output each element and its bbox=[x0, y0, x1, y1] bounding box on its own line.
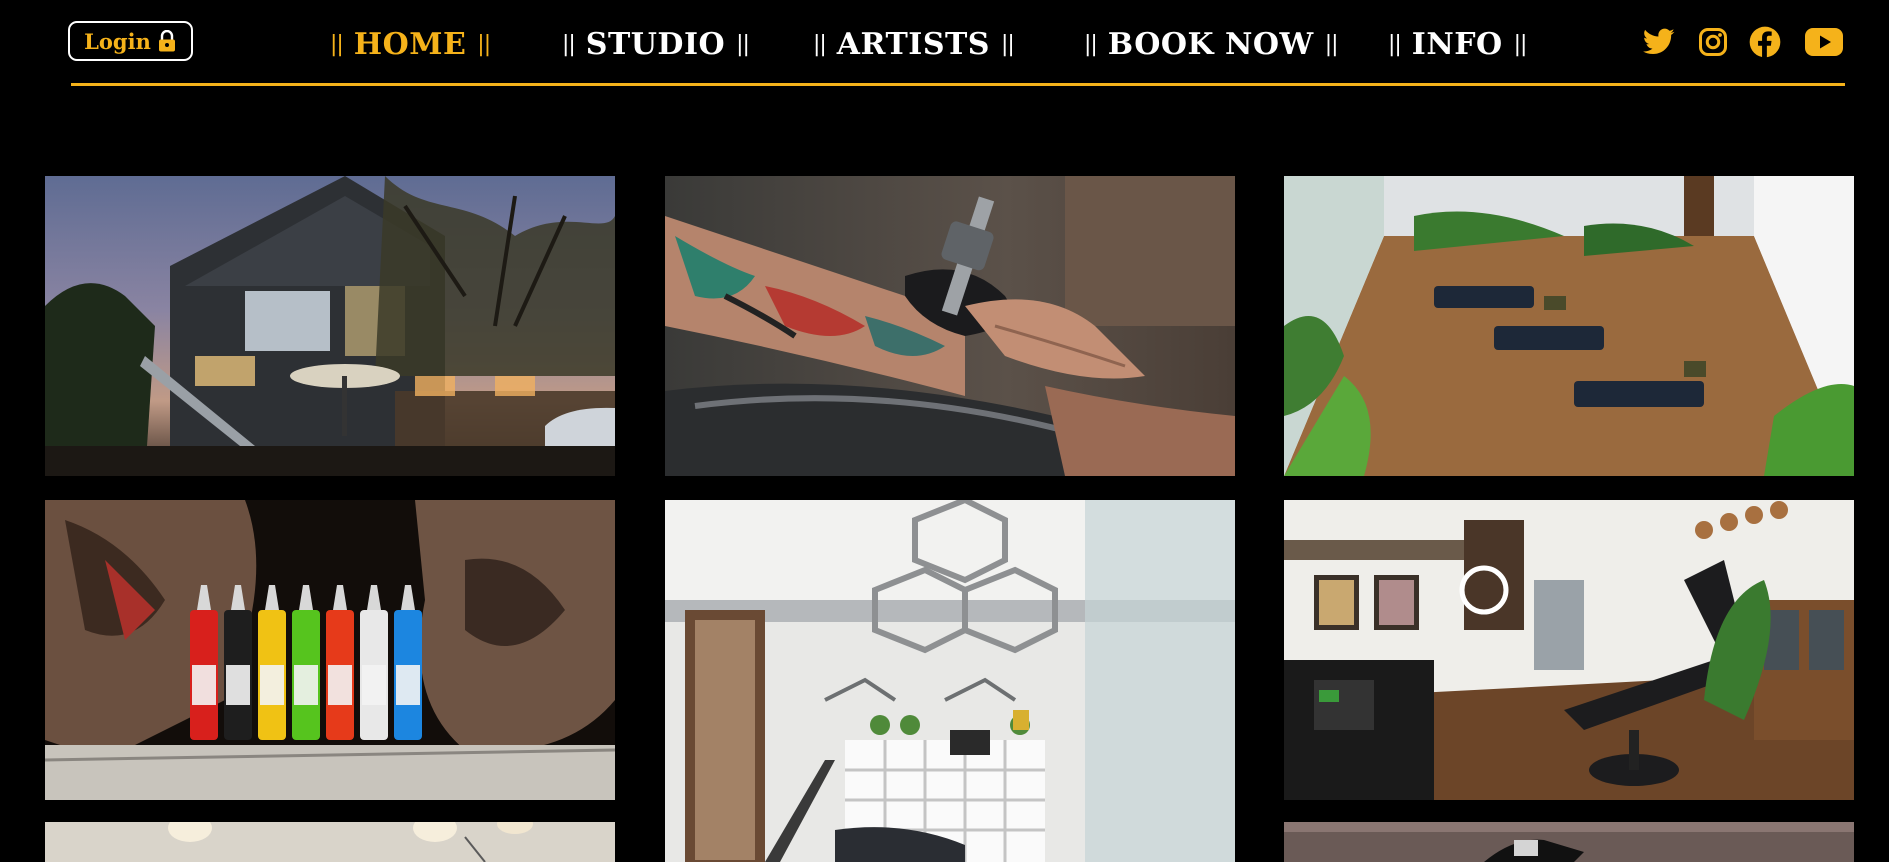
page: Login || HOME || || STUDIO || || ARTISTS… bbox=[0, 0, 1889, 862]
twitter-icon[interactable] bbox=[1639, 22, 1679, 62]
nav-book-now-label: BOOK NOW bbox=[1107, 27, 1314, 62]
ink-bottles-photo[interactable] bbox=[45, 500, 615, 800]
nav-studio-label: STUDIO bbox=[585, 27, 726, 62]
nav-home-label: HOME bbox=[353, 27, 467, 62]
nav-info-label: INFO bbox=[1411, 27, 1503, 62]
lanterns-room-photo[interactable] bbox=[45, 822, 615, 862]
nav-book-now[interactable]: || BOOK NOW || bbox=[1084, 22, 1339, 68]
studio-exterior-photo[interactable] bbox=[45, 176, 615, 476]
login-button[interactable]: Login bbox=[68, 21, 193, 61]
tattoo-machine-photo[interactable] bbox=[1284, 822, 1854, 862]
nav-studio[interactable]: || STUDIO || bbox=[562, 22, 750, 68]
nav-artists-label: ARTISTS bbox=[836, 27, 990, 62]
instagram-icon[interactable] bbox=[1693, 22, 1733, 62]
nav-info[interactable]: || INFO || bbox=[1388, 22, 1527, 68]
nav-home[interactable]: || HOME || bbox=[330, 22, 491, 68]
youtube-icon[interactable] bbox=[1799, 22, 1849, 62]
lock-icon bbox=[157, 29, 177, 52]
header-divider bbox=[71, 83, 1845, 86]
tattoo-chair-room-photo[interactable] bbox=[1284, 500, 1854, 800]
studio-interior-plants-photo[interactable] bbox=[1284, 176, 1854, 476]
tattooing-arm-photo[interactable] bbox=[665, 176, 1235, 476]
nav-artists[interactable]: || ARTISTS || bbox=[813, 22, 1015, 68]
login-label: Login bbox=[84, 28, 151, 54]
facebook-icon[interactable] bbox=[1745, 22, 1785, 62]
studio-loft-interior-photo[interactable] bbox=[665, 500, 1235, 862]
